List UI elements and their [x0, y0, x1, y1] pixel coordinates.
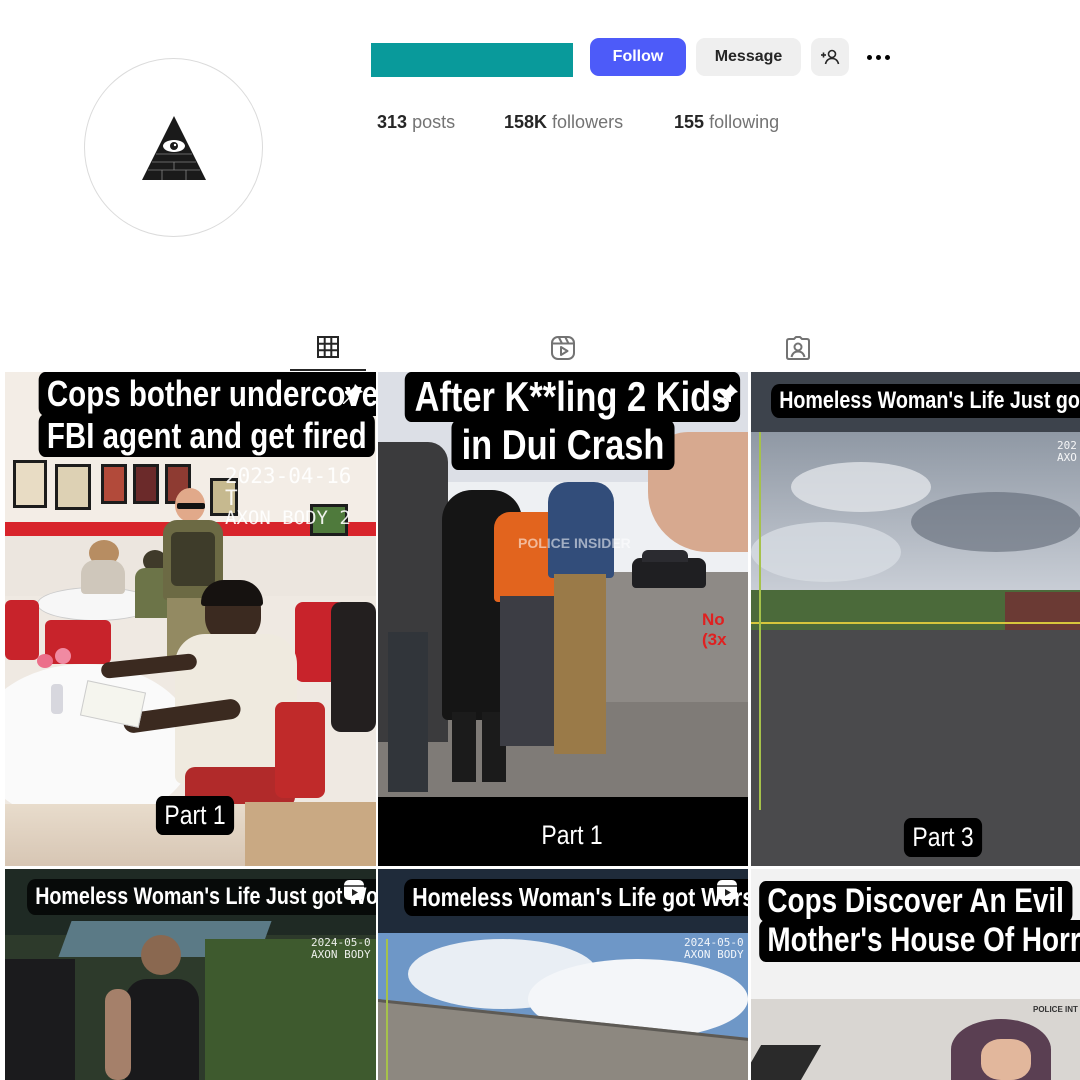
dot: [884, 54, 890, 60]
following-link[interactable]: 155 following: [674, 112, 779, 133]
profile-avatar[interactable]: [84, 58, 263, 237]
device-text: AXON BODY 2: [225, 507, 351, 530]
post-caption: Cops bother undercover FBI agent and get…: [34, 372, 376, 458]
bodycam-timestamp: 2024-05-0 AXON BODY: [684, 937, 744, 960]
post-tile-6[interactable]: POLICE INT Cops Discover An Evil Mother'…: [751, 869, 1080, 1080]
posts-count: 313 posts: [377, 112, 455, 133]
caption-text: Homeless Woman's Life got Worse: [412, 882, 748, 912]
posts-label: posts: [412, 112, 456, 132]
followers-label: followers: [552, 112, 624, 132]
caption-line-2: Mother's House Of Horror: [759, 920, 1080, 962]
tab-tagged[interactable]: [760, 325, 836, 371]
add-person-icon: [821, 49, 840, 65]
timestamp-text: 2024-05-0: [311, 936, 371, 949]
caption-line-1: After K**ling 2 Kids: [404, 372, 741, 423]
followers-number: 158K: [504, 112, 548, 132]
following-label: following: [709, 112, 780, 132]
device-text: AXON BODY: [311, 947, 371, 961]
bodycam-timestamp: 2023-04-16 T AXON BODY 2: [225, 465, 376, 529]
dot: [875, 54, 881, 60]
reel-icon: [343, 879, 365, 906]
watermark: POLICE INT: [1033, 1005, 1078, 1014]
post-caption: Homeless Woman's Life Just got Worse: [771, 384, 1080, 419]
post-tile-4[interactable]: 2024-05-0 AXON BODY Homeless Woman's Lif…: [5, 869, 376, 1080]
tagged-icon: [786, 336, 810, 360]
bodycam-timestamp: 2024-05-0 AXON BODY: [311, 937, 371, 960]
message-button[interactable]: Message: [696, 38, 801, 76]
caption-line-2: in Dui Crash: [451, 420, 675, 471]
post-tile-3[interactable]: 202 AXO Homeless Woman's Life Just got W…: [751, 372, 1080, 866]
caption-line-1: Cops Discover An Evil: [759, 881, 1073, 923]
post-caption: Homeless Woman's Life Just got Worse: [27, 879, 376, 916]
timestamp-text: 2023-04-16 T: [225, 464, 352, 511]
posts-number: 313: [377, 112, 408, 132]
device-text: AXO: [1057, 450, 1077, 464]
caption-text: Homeless Woman's Life Just got Worse: [35, 883, 376, 910]
post-caption: Cops Discover An Evil Mother's House Of …: [759, 881, 1080, 962]
part-label: Part 1: [541, 820, 603, 850]
followers-link[interactable]: 158K followers: [504, 112, 623, 133]
tab-reels[interactable]: [525, 325, 601, 371]
caption-text: Homeless Woman's Life Just got Worse: [779, 387, 1080, 414]
post-tile-5[interactable]: 2024-05-0 AXON BODY Homeless Woman's Lif…: [378, 869, 748, 1080]
part-label: Part 1: [155, 796, 235, 835]
dot: [866, 54, 872, 60]
post-caption: After K**ling 2 Kids in Dui Crash: [404, 372, 741, 471]
suggested-accounts-button[interactable]: [811, 38, 849, 76]
post-tile-1[interactable]: 2023-04-16 T AXON BODY 2 Cops bother und…: [5, 372, 376, 866]
reel-icon: [716, 879, 738, 906]
more-options-button[interactable]: [860, 44, 896, 70]
post-tile-2[interactable]: POLICE INSIDER No (3x After K**ling 2 Ki…: [378, 372, 748, 866]
pinned-icon: [341, 382, 365, 411]
timestamp-text: 202: [1057, 439, 1077, 452]
pinned-icon: [716, 382, 740, 411]
caption-line-1: Cops bother undercover: [38, 372, 376, 416]
post-thumbnail: [751, 372, 1080, 866]
timestamp-text: 2024-05-0: [684, 936, 744, 949]
reels-icon: [551, 336, 575, 360]
device-text: AXON BODY: [684, 947, 744, 961]
speed-indicator: No (3x: [702, 610, 727, 649]
caption-line-2: FBI agent and get fired: [38, 413, 375, 458]
post-caption: Homeless Woman's Life got Worse: [404, 879, 748, 916]
watermark: POLICE INSIDER: [518, 535, 631, 551]
bodycam-timestamp: 202 AXO: [1057, 440, 1077, 463]
grid-icon: [317, 336, 339, 358]
following-number: 155: [674, 112, 705, 132]
part-label: Part 3: [903, 818, 983, 857]
tab-posts[interactable]: [290, 325, 366, 371]
follow-button[interactable]: Follow: [590, 38, 686, 76]
username-redacted: [371, 43, 573, 77]
eye-pyramid-icon: [141, 115, 206, 180]
